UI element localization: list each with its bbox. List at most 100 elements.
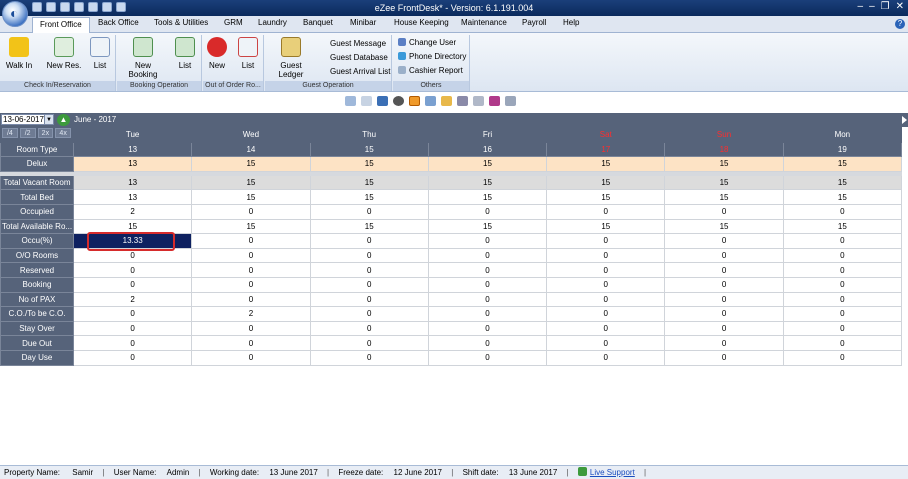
tab-house-keeping[interactable]: House Keeping: [394, 18, 449, 27]
stat-cell[interactable]: 0: [782, 233, 903, 249]
stat-cell[interactable]: 15: [782, 218, 903, 235]
go-up-icon[interactable]: ▲: [57, 114, 70, 126]
stat-cell[interactable]: 0: [546, 247, 666, 264]
tab-grm[interactable]: GRM: [224, 18, 243, 27]
phone-directory-button[interactable]: Phone Directory: [398, 52, 466, 61]
stat-cell[interactable]: 0: [72, 335, 193, 351]
stat-cell[interactable]: 0: [664, 233, 784, 249]
guest-arrival-list-button[interactable]: Guest Arrival List: [330, 67, 390, 76]
stat-cell[interactable]: 0: [782, 276, 903, 293]
star-icon[interactable]: [441, 96, 452, 106]
stat-cell[interactable]: 15: [782, 174, 903, 191]
stat-cell[interactable]: 0: [664, 320, 784, 337]
stat-cell[interactable]: 0: [427, 203, 548, 220]
checkin-list-button[interactable]: List: [88, 37, 112, 70]
stat-cell[interactable]: 15: [782, 189, 903, 205]
room-type-name[interactable]: Delux: [0, 156, 74, 172]
stat-cell[interactable]: 0: [427, 233, 548, 249]
stat-cell[interactable]: 0: [309, 320, 429, 337]
stat-cell[interactable]: 15: [546, 218, 666, 235]
calendar-icon[interactable]: [74, 2, 84, 12]
stat-cell[interactable]: 0: [546, 262, 666, 278]
stat-cell[interactable]: 0: [664, 203, 784, 220]
zoom-4x-button[interactable]: 4x: [55, 128, 71, 138]
stat-cell[interactable]: 0: [546, 276, 666, 293]
stat-cell[interactable]: 0: [546, 320, 666, 337]
ooo-new-button[interactable]: New: [206, 37, 228, 70]
cleanup-icon[interactable]: [505, 96, 516, 106]
settings-icon[interactable]: [393, 96, 404, 106]
stat-cell[interactable]: 0: [664, 291, 784, 308]
stat-cell[interactable]: 0: [309, 203, 429, 220]
availability-cell[interactable]: 13: [72, 156, 193, 172]
change-user-button[interactable]: Change User: [398, 38, 456, 47]
stat-cell[interactable]: 0: [72, 306, 193, 322]
stat-cell[interactable]: 0: [191, 203, 311, 220]
stat-cell[interactable]: 2: [72, 203, 193, 220]
stat-cell[interactable]: 13: [72, 189, 193, 205]
stat-cell[interactable]: 0: [546, 349, 666, 366]
maximize-button[interactable]: ❐: [881, 1, 890, 12]
stat-cell[interactable]: 15: [427, 218, 548, 235]
stat-cell[interactable]: 15: [309, 174, 429, 191]
stat-cell[interactable]: 0: [191, 335, 311, 351]
stat-cell[interactable]: 15: [427, 174, 548, 191]
stat-cell[interactable]: 15: [664, 218, 784, 235]
stat-cell[interactable]: 0: [72, 262, 193, 278]
stat-cell[interactable]: 0: [664, 276, 784, 293]
stat-cell[interactable]: 0: [546, 233, 666, 249]
list-view-icon[interactable]: [361, 96, 372, 106]
date-picker[interactable]: 13-06-2017 ▼: [1, 114, 54, 125]
stat-cell[interactable]: 0: [664, 247, 784, 264]
stat-cell[interactable]: 0: [782, 335, 903, 351]
notes-icon[interactable]: [473, 96, 484, 106]
stat-cell[interactable]: 0: [309, 306, 429, 322]
zoom-2x-button[interactable]: 2x: [37, 128, 54, 138]
stat-cell[interactable]: 0: [782, 291, 903, 308]
restore-down-button[interactable]: ‒: [858, 1, 864, 12]
guest-message-button[interactable]: Guest Message: [330, 39, 386, 48]
stat-cell[interactable]: 0: [546, 291, 666, 308]
zoom-quarter-button[interactable]: /4: [2, 128, 18, 138]
stat-cell[interactable]: 15: [309, 218, 429, 235]
new-booking-button[interactable]: New Booking: [120, 37, 166, 79]
tab-payroll[interactable]: Payroll: [522, 18, 546, 27]
grid-view-icon[interactable]: [377, 96, 388, 106]
availability-cell[interactable]: 15: [191, 156, 311, 172]
stat-cell[interactable]: 0: [782, 247, 903, 264]
stat-cell[interactable]: 0: [309, 247, 429, 264]
stat-cell[interactable]: 2: [191, 306, 311, 322]
stat-cell[interactable]: 0: [664, 262, 784, 278]
stat-cell[interactable]: 0: [309, 262, 429, 278]
availability-cell[interactable]: 15: [309, 156, 429, 172]
stat-cell[interactable]: 0: [427, 291, 548, 308]
stat-cell[interactable]: 15: [191, 189, 311, 205]
stat-cell[interactable]: 0: [664, 349, 784, 366]
color-legend-icon[interactable]: [489, 96, 500, 106]
save-icon[interactable]: [32, 2, 42, 12]
tab-banquet[interactable]: Banquet: [303, 18, 333, 27]
walk-in-button[interactable]: Walk In: [4, 37, 34, 70]
stat-cell[interactable]: 0: [782, 320, 903, 337]
availability-cell[interactable]: 15: [427, 156, 548, 172]
app-menu-orb[interactable]: ◐: [2, 1, 28, 27]
room-view-icon[interactable]: [345, 96, 356, 106]
availability-cell[interactable]: 15: [664, 156, 784, 172]
stat-cell[interactable]: 0: [664, 335, 784, 351]
cashier-report-button[interactable]: Cashier Report: [398, 66, 463, 75]
stat-cell[interactable]: 0: [427, 335, 548, 351]
stat-cell[interactable]: 15: [427, 189, 548, 205]
guest-database-button[interactable]: Guest Database: [330, 53, 388, 62]
stat-cell[interactable]: 0: [72, 349, 193, 366]
print-icon[interactable]: [46, 2, 56, 12]
stat-cell[interactable]: 15: [191, 218, 311, 235]
help-icon[interactable]: ?: [895, 19, 905, 29]
booking-list-button[interactable]: List: [174, 37, 196, 70]
stat-cell[interactable]: 0: [309, 291, 429, 308]
stat-cell[interactable]: 0: [309, 233, 429, 249]
stat-cell[interactable]: 0: [309, 335, 429, 351]
availability-cell[interactable]: 15: [546, 156, 666, 172]
tab-back-office[interactable]: Back Office: [98, 18, 139, 27]
close-button[interactable]: ✕: [896, 1, 904, 12]
mail-icon[interactable]: [60, 2, 70, 12]
